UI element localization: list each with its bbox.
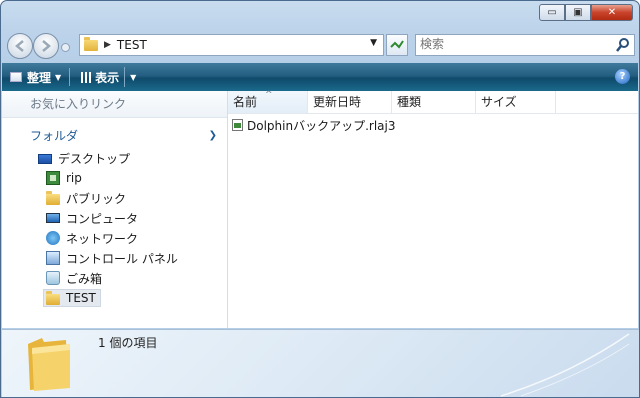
tree-item-label: rip	[66, 171, 82, 185]
file-icon	[232, 119, 243, 131]
organize-icon	[10, 72, 22, 82]
chevron-down-icon: ❯	[208, 130, 217, 141]
details-pane: 1 個の項目	[2, 329, 639, 397]
column-label: 名前	[233, 95, 258, 109]
decorative-swoosh	[500, 333, 630, 397]
column-header-date[interactable]: 更新日時	[308, 91, 392, 113]
tree-item-desktop[interactable]: デスクトップ	[2, 148, 227, 168]
item-count: 1 個の項目	[98, 336, 158, 350]
tree-item-label: パブリック	[66, 191, 127, 206]
file-row[interactable]: Dolphinバックアップ.rlaj3	[228, 116, 638, 134]
address-row: ▶ TEST ▼	[1, 31, 639, 61]
folder-icon	[46, 291, 60, 305]
folder-icon	[46, 191, 60, 205]
toolbar-divider	[69, 68, 71, 86]
command-bar: 整理 ▼ 表示 ▼ ?	[2, 63, 638, 91]
tree-item-test[interactable]: TEST	[2, 288, 227, 308]
recycle-bin-icon	[46, 271, 60, 285]
column-header-name[interactable]: ^ 名前	[228, 90, 308, 113]
tree-item-label: ネットワーク	[66, 231, 139, 246]
user-folder-icon	[46, 171, 60, 185]
tree-item-rip[interactable]: rip	[2, 168, 227, 188]
control-panel-icon	[46, 251, 60, 265]
refresh-button[interactable]	[386, 34, 408, 56]
maximize-button[interactable]: ▣	[565, 4, 591, 21]
back-arrow-icon	[15, 40, 24, 52]
tree-item-recycle-bin[interactable]: ごみ箱	[2, 268, 227, 288]
folder-icon	[84, 36, 98, 51]
minimize-button[interactable]: ▭	[539, 4, 565, 21]
organize-button[interactable]: 整理 ▼	[5, 65, 66, 89]
forward-button[interactable]	[33, 33, 59, 59]
folders-label: フォルダ	[30, 129, 79, 143]
views-icon	[81, 71, 92, 83]
file-list: ^ 名前 更新日時 種類 サイズ Dolphinバックアップ.rlaj3	[228, 90, 638, 328]
computer-icon	[46, 213, 60, 223]
organize-label: 整理	[27, 70, 52, 85]
column-header-type[interactable]: 種類	[392, 91, 476, 113]
forward-arrow-icon	[42, 40, 51, 52]
breadcrumb-item[interactable]: TEST	[117, 38, 147, 52]
tree-item-label: デスクトップ	[58, 151, 131, 166]
explorer-window: ▭ ▣ ✕ ▶ TEST ▼ 整理 ▼	[0, 0, 640, 398]
tree-item-label: コンピュータ	[66, 211, 139, 226]
breadcrumb-chevron-icon[interactable]: ▶	[104, 40, 111, 50]
views-button[interactable]: 表示	[76, 65, 124, 89]
tree-item-label: TEST	[66, 291, 96, 305]
help-icon[interactable]: ?	[615, 69, 630, 84]
column-header-size[interactable]: サイズ	[476, 91, 556, 113]
file-name: Dolphinバックアップ.rlaj3	[247, 118, 396, 133]
refresh-icon	[390, 40, 404, 49]
search-box[interactable]	[415, 34, 635, 56]
views-dropdown-button[interactable]: ▼	[124, 67, 141, 87]
views-label: 表示	[95, 70, 120, 85]
caption-buttons: ▭ ▣ ✕	[539, 4, 633, 21]
search-icon[interactable]	[616, 37, 630, 53]
tree-item-control-panel[interactable]: コントロール パネル	[2, 248, 227, 268]
address-bar[interactable]: ▶ TEST ▼	[79, 34, 384, 56]
favorite-links-header[interactable]: お気に入りリンク	[2, 91, 227, 118]
sort-ascending-icon: ^	[265, 90, 273, 100]
tree-item-public[interactable]: パブリック	[2, 188, 227, 208]
tree-item-computer[interactable]: コンピュータ	[2, 208, 227, 228]
tree-item-network[interactable]: ネットワーク	[2, 228, 227, 248]
navigation-pane: お気に入りリンク フォルダ ❯ デスクトップ rip パブリック コンピュータ	[2, 91, 228, 328]
chevron-down-icon: ▼	[55, 72, 62, 82]
folder-tree: デスクトップ rip パブリック コンピュータ ネットワーク コントロール パネ…	[2, 148, 227, 308]
large-folder-icon	[28, 338, 70, 391]
tree-item-label: コントロール パネル	[66, 251, 178, 266]
network-icon	[46, 231, 60, 245]
search-input[interactable]	[420, 35, 600, 53]
recent-pages-dropdown[interactable]	[61, 43, 70, 52]
tree-item-label: ごみ箱	[66, 271, 103, 286]
folders-header[interactable]: フォルダ ❯	[2, 124, 227, 148]
desktop-icon	[38, 154, 52, 164]
close-button[interactable]: ✕	[591, 4, 633, 21]
column-header-row: ^ 名前 更新日時 種類 サイズ	[228, 90, 638, 114]
address-dropdown-icon[interactable]: ▼	[370, 38, 377, 48]
back-button[interactable]	[7, 33, 33, 59]
